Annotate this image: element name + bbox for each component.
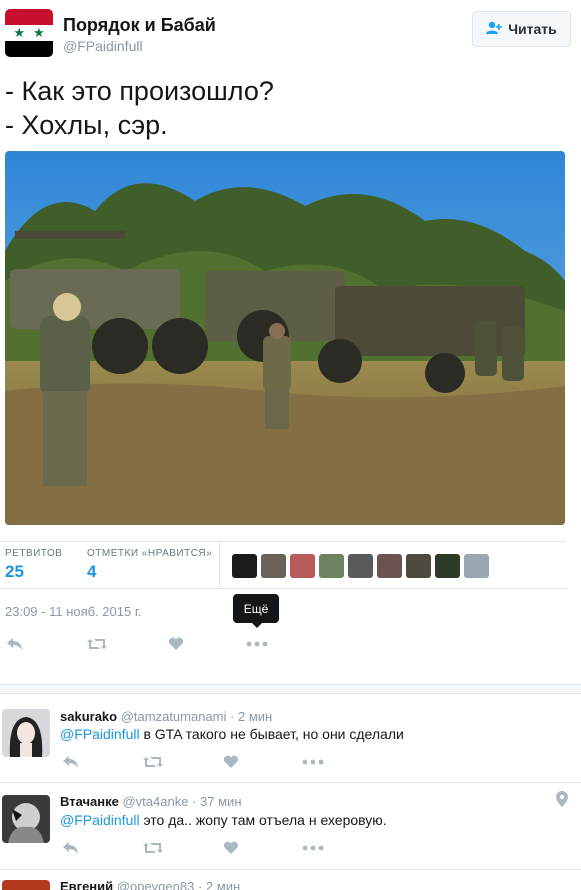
reply-tweet[interactable]: sakurako @tamzatumanami · 2 мин @FPaidin… — [0, 695, 581, 783]
liker-avatar[interactable] — [377, 554, 402, 578]
avatar[interactable] — [2, 795, 50, 843]
follow-button[interactable]: Читать — [472, 11, 571, 47]
liker-avatar[interactable] — [319, 554, 344, 578]
retweet-icon[interactable] — [86, 637, 108, 655]
tweet-text: - Как это произошло? - Хохлы, сэр. — [5, 74, 274, 142]
reply-tweet[interactable]: Втачанке @vta4anke · 37 мин @FPaidinfull… — [0, 783, 581, 870]
retweet-icon[interactable] — [142, 755, 164, 773]
tweet-timestamp[interactable]: 23:09 - 11 нояб. 2015 г. — [5, 604, 142, 619]
retweets-label: РЕТВИТОВ — [5, 548, 63, 559]
reply-author-handle[interactable]: @vta4anke — [122, 794, 188, 809]
retweets-count: 25 — [5, 562, 24, 581]
tweet-header: ★ ★ Порядок и Бабай @FPaidinfull Читать — [5, 9, 571, 59]
reply-header: sakurako @tamzatumanami · 2 мин — [60, 709, 273, 724]
reply-time[interactable]: 2 мин — [238, 709, 272, 724]
user-display-name[interactable]: Порядок и Бабай — [63, 15, 216, 36]
stat-divider — [219, 542, 220, 588]
more-icon[interactable] — [302, 755, 324, 773]
likes-count: 4 — [87, 562, 97, 581]
reply-text-body: это да.. жопу там отъела н ехеровую. — [139, 812, 387, 828]
liker-avatar[interactable] — [290, 554, 315, 578]
reply-author-name[interactable]: sakurako — [60, 709, 117, 724]
reply-text: @FPaidinfull в GTA такого не бывает, но … — [60, 726, 404, 742]
reply-time[interactable]: 37 мин — [200, 794, 241, 809]
liker-avatar[interactable] — [464, 554, 489, 578]
reply-text-body: в GTA такого не бывает, но они сделали — [139, 726, 404, 742]
liker-avatar[interactable] — [261, 554, 286, 578]
likes-stat[interactable]: ОТМЕТКИ «НРАВИТСЯ» 4 — [87, 548, 212, 582]
reply-icon[interactable] — [62, 755, 80, 773]
more-icon[interactable] — [246, 637, 268, 655]
reply-author-handle[interactable]: @opevgen83 — [117, 879, 195, 890]
more-tooltip: Ещё — [233, 594, 279, 628]
tweet-stats: РЕТВИТОВ 25 ОТМЕТКИ «НРАВИТСЯ» 4 — [0, 541, 566, 589]
reply-header: Втачанке @vta4anke · 37 мин — [60, 794, 242, 809]
liker-avatar[interactable] — [435, 554, 460, 578]
liker-avatar[interactable] — [348, 554, 373, 578]
reply-time[interactable]: 2 мин — [206, 879, 240, 890]
heart-icon[interactable] — [223, 841, 239, 859]
mention-link[interactable]: @FPaidinfull — [60, 812, 140, 828]
reply-text: @FPaidinfull это да.. жопу там отъела н … — [60, 812, 387, 828]
liker-avatar[interactable] — [232, 554, 257, 578]
reply-author-handle[interactable]: @tamzatumanami — [121, 709, 227, 724]
reply-author-name[interactable]: Евгений — [60, 879, 113, 890]
reply-icon[interactable] — [62, 841, 80, 859]
reply-icon[interactable] — [6, 637, 24, 655]
follow-user-icon — [486, 21, 503, 38]
reply-tweet[interactable]: Евгений @opevgen83 · 2 мин — [0, 870, 581, 890]
reply-header: Евгений @opevgen83 · 2 мин — [60, 879, 240, 890]
more-icon[interactable] — [302, 841, 324, 859]
retweets-stat[interactable]: РЕТВИТОВ 25 — [5, 548, 62, 582]
liker-avatar[interactable] — [406, 554, 431, 578]
tweet-photo[interactable] — [5, 151, 565, 525]
tweet-line: - Хохлы, сэр. — [5, 110, 168, 140]
user-handle[interactable]: @FPaidinfull — [63, 38, 143, 54]
heart-icon[interactable] — [168, 637, 184, 655]
avatar[interactable] — [2, 709, 50, 757]
avatar[interactable] — [2, 880, 50, 890]
reply-author-name[interactable]: Втачанке — [60, 794, 119, 809]
retweet-icon[interactable] — [142, 841, 164, 859]
avatar[interactable]: ★ ★ — [5, 9, 53, 57]
follow-label: Читать — [508, 21, 557, 37]
heart-icon[interactable] — [223, 755, 239, 773]
mention-link[interactable]: @FPaidinfull — [60, 726, 140, 742]
tweet-line: - Как это произошло? — [5, 76, 274, 106]
location-pin-icon[interactable] — [556, 791, 568, 810]
section-divider — [0, 684, 581, 694]
likers-avatars — [232, 554, 489, 578]
likes-label: ОТМЕТКИ «НРАВИТСЯ» — [87, 548, 213, 559]
